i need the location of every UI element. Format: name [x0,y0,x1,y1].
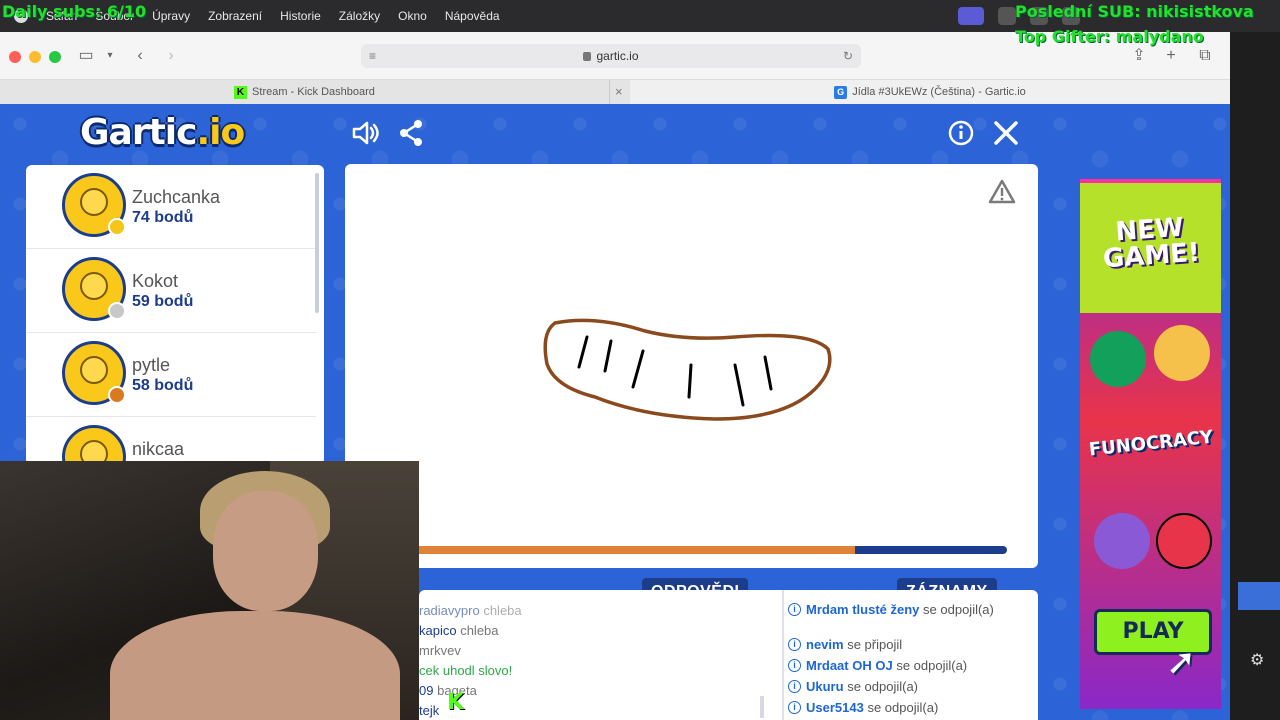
webcam-overlay [0,461,419,720]
record-line: i Mrdam tlusté ženy se odpojil(a) [788,602,1026,617]
info-icon: i [788,701,801,714]
menu-okno[interactable]: Okno [398,9,427,23]
tongue-face-icon [1156,513,1212,569]
answer-line: mrkvev [419,643,461,658]
tab-overview-icon[interactable]: ⧉ [1195,46,1215,66]
info-icon[interactable] [946,118,976,148]
answers-panel: radiavypro chleba kapico chleba mrkvev c… [419,590,782,720]
drawing-sketch [543,318,832,421]
bearded-face-icon [1094,513,1150,569]
forward-icon[interactable]: › [161,46,181,66]
ad-new-game-text: NEW GAME! [1101,212,1201,275]
drawing-canvas[interactable] [345,164,1038,568]
player-row[interactable]: nikcaa [26,417,316,465]
menu-historie[interactable]: Historie [280,9,321,23]
app-panel [1238,582,1280,610]
close-tab-icon[interactable]: × [615,80,623,104]
bronze-medal-icon [108,386,126,404]
silver-medal-icon [108,302,126,320]
kick-icon: K [234,85,248,99]
promo-ad[interactable]: NEW GAME! FUNOCRACY PLAY ➚ [1080,179,1221,709]
player-row[interactable]: pytle 58 bodů [26,333,316,417]
obs-icon[interactable] [998,7,1016,25]
player-score: 59 bodů [132,293,194,310]
close-icon[interactable] [991,118,1021,148]
ad-funocracy-text: FUNOCRACY [1087,426,1215,461]
info-icon: i [788,603,801,616]
top-gifter-overlay: Top Gifter: malydano [1015,27,1204,46]
menu-zobrazeni[interactable]: Zobrazení [208,9,262,23]
chevron-down-icon[interactable]: ▾ [100,46,120,66]
record-line: i Ukuru se odpojil(a) [788,679,1026,694]
avatar [62,173,126,237]
url-text: gartic.io [596,49,639,63]
player-name: Kokot [132,271,179,291]
lock-icon [583,52,592,61]
tab-bar: K Stream - Kick Dashboard × G Jídla #3Uk… [0,80,1230,104]
gear-icon[interactable]: ⚙ [1250,650,1264,670]
address-bar[interactable]: ≡ gartic.io ↻ [361,44,861,68]
new-tab-icon[interactable]: + [1161,46,1181,66]
thumbs-up-icon [1090,331,1146,387]
avatar [62,257,126,321]
player-name: pytle [132,355,171,375]
info-icon: i [788,680,801,693]
screen-share-icon[interactable] [958,7,984,25]
player-score: 74 bodů [132,209,194,226]
kick-icon: K [447,690,465,715]
answer-line: radiavypro chleba [419,603,522,618]
close-window-button[interactable] [9,51,21,63]
tab-kick-dashboard[interactable]: K Stream - Kick Dashboard [0,80,610,104]
desktop-background: ⚙ [1230,32,1280,720]
sound-icon[interactable] [350,118,380,148]
page-menu-icon[interactable]: ≡ [369,44,376,68]
answer-line-correct: cek uhodl slovo! [419,663,513,678]
player-name: nikcaa [132,439,185,459]
gold-medal-icon [108,218,126,236]
record-line: i User5143 se odpojil(a) [788,700,1026,715]
info-icon: i [788,659,801,672]
face-icon [1154,325,1210,381]
reload-icon[interactable]: ↻ [843,44,853,68]
last-sub-overlay: Poslední SUB: nikisistkova [1015,2,1254,21]
info-icon: i [788,638,801,651]
menu-upravy[interactable]: Úpravy [152,9,190,23]
window-controls [9,51,61,63]
avatar [62,425,126,465]
gartic-icon: G [834,85,848,99]
player-score: 58 bodů [132,377,194,394]
menu-zalozky[interactable]: Záložky [339,9,380,23]
cursor-icon: ➚ [1166,641,1197,682]
menu-napoveda[interactable]: Nápověda [445,9,500,23]
minimize-window-button[interactable] [29,51,41,63]
record-line: i Mrdaat OH OJ se odpojil(a) [788,658,1026,673]
daily-subs-overlay: Daily subs: 6/10 [2,2,147,21]
share-icon[interactable] [396,118,426,148]
progress-fill [345,546,855,554]
avatar [62,341,126,405]
back-icon[interactable]: ‹ [130,46,150,66]
tab-gartic[interactable]: G Jídla #3UkEWz (Čeština) - Gartic.io [630,80,1230,104]
records-panel: i Mrdam tlusté ženy se odpojil(a) i nevim … [782,590,1038,720]
player-list-scrollbar[interactable] [315,173,319,313]
player-row[interactable]: Zuchcanka 74 bodů [26,165,316,249]
player-name: Zuchcanka [132,187,221,207]
answer-line: tejk [419,703,440,718]
sidebar-icon[interactable]: ▭ [76,46,96,66]
round-progress-bar [345,546,1007,554]
player-list: Zuchcanka 74 bodů Kokot 59 bodů pytle 58… [26,165,324,465]
gartic-logo: Gartic.io [80,112,245,153]
player-row[interactable]: Kokot 59 bodů [26,249,316,333]
tab-label: Stream - Kick Dashboard [252,86,375,98]
record-line: i nevim se připojil [788,637,1026,652]
divider [760,696,764,718]
report-warning-icon[interactable] [988,178,1016,206]
tab-label: Jídla #3UkEWz (Čeština) - Gartic.io [852,86,1026,98]
answer-line: kapico chleba [419,623,499,638]
share-icon[interactable]: ⇪ [1129,46,1149,66]
maximize-window-button[interactable] [49,51,61,63]
